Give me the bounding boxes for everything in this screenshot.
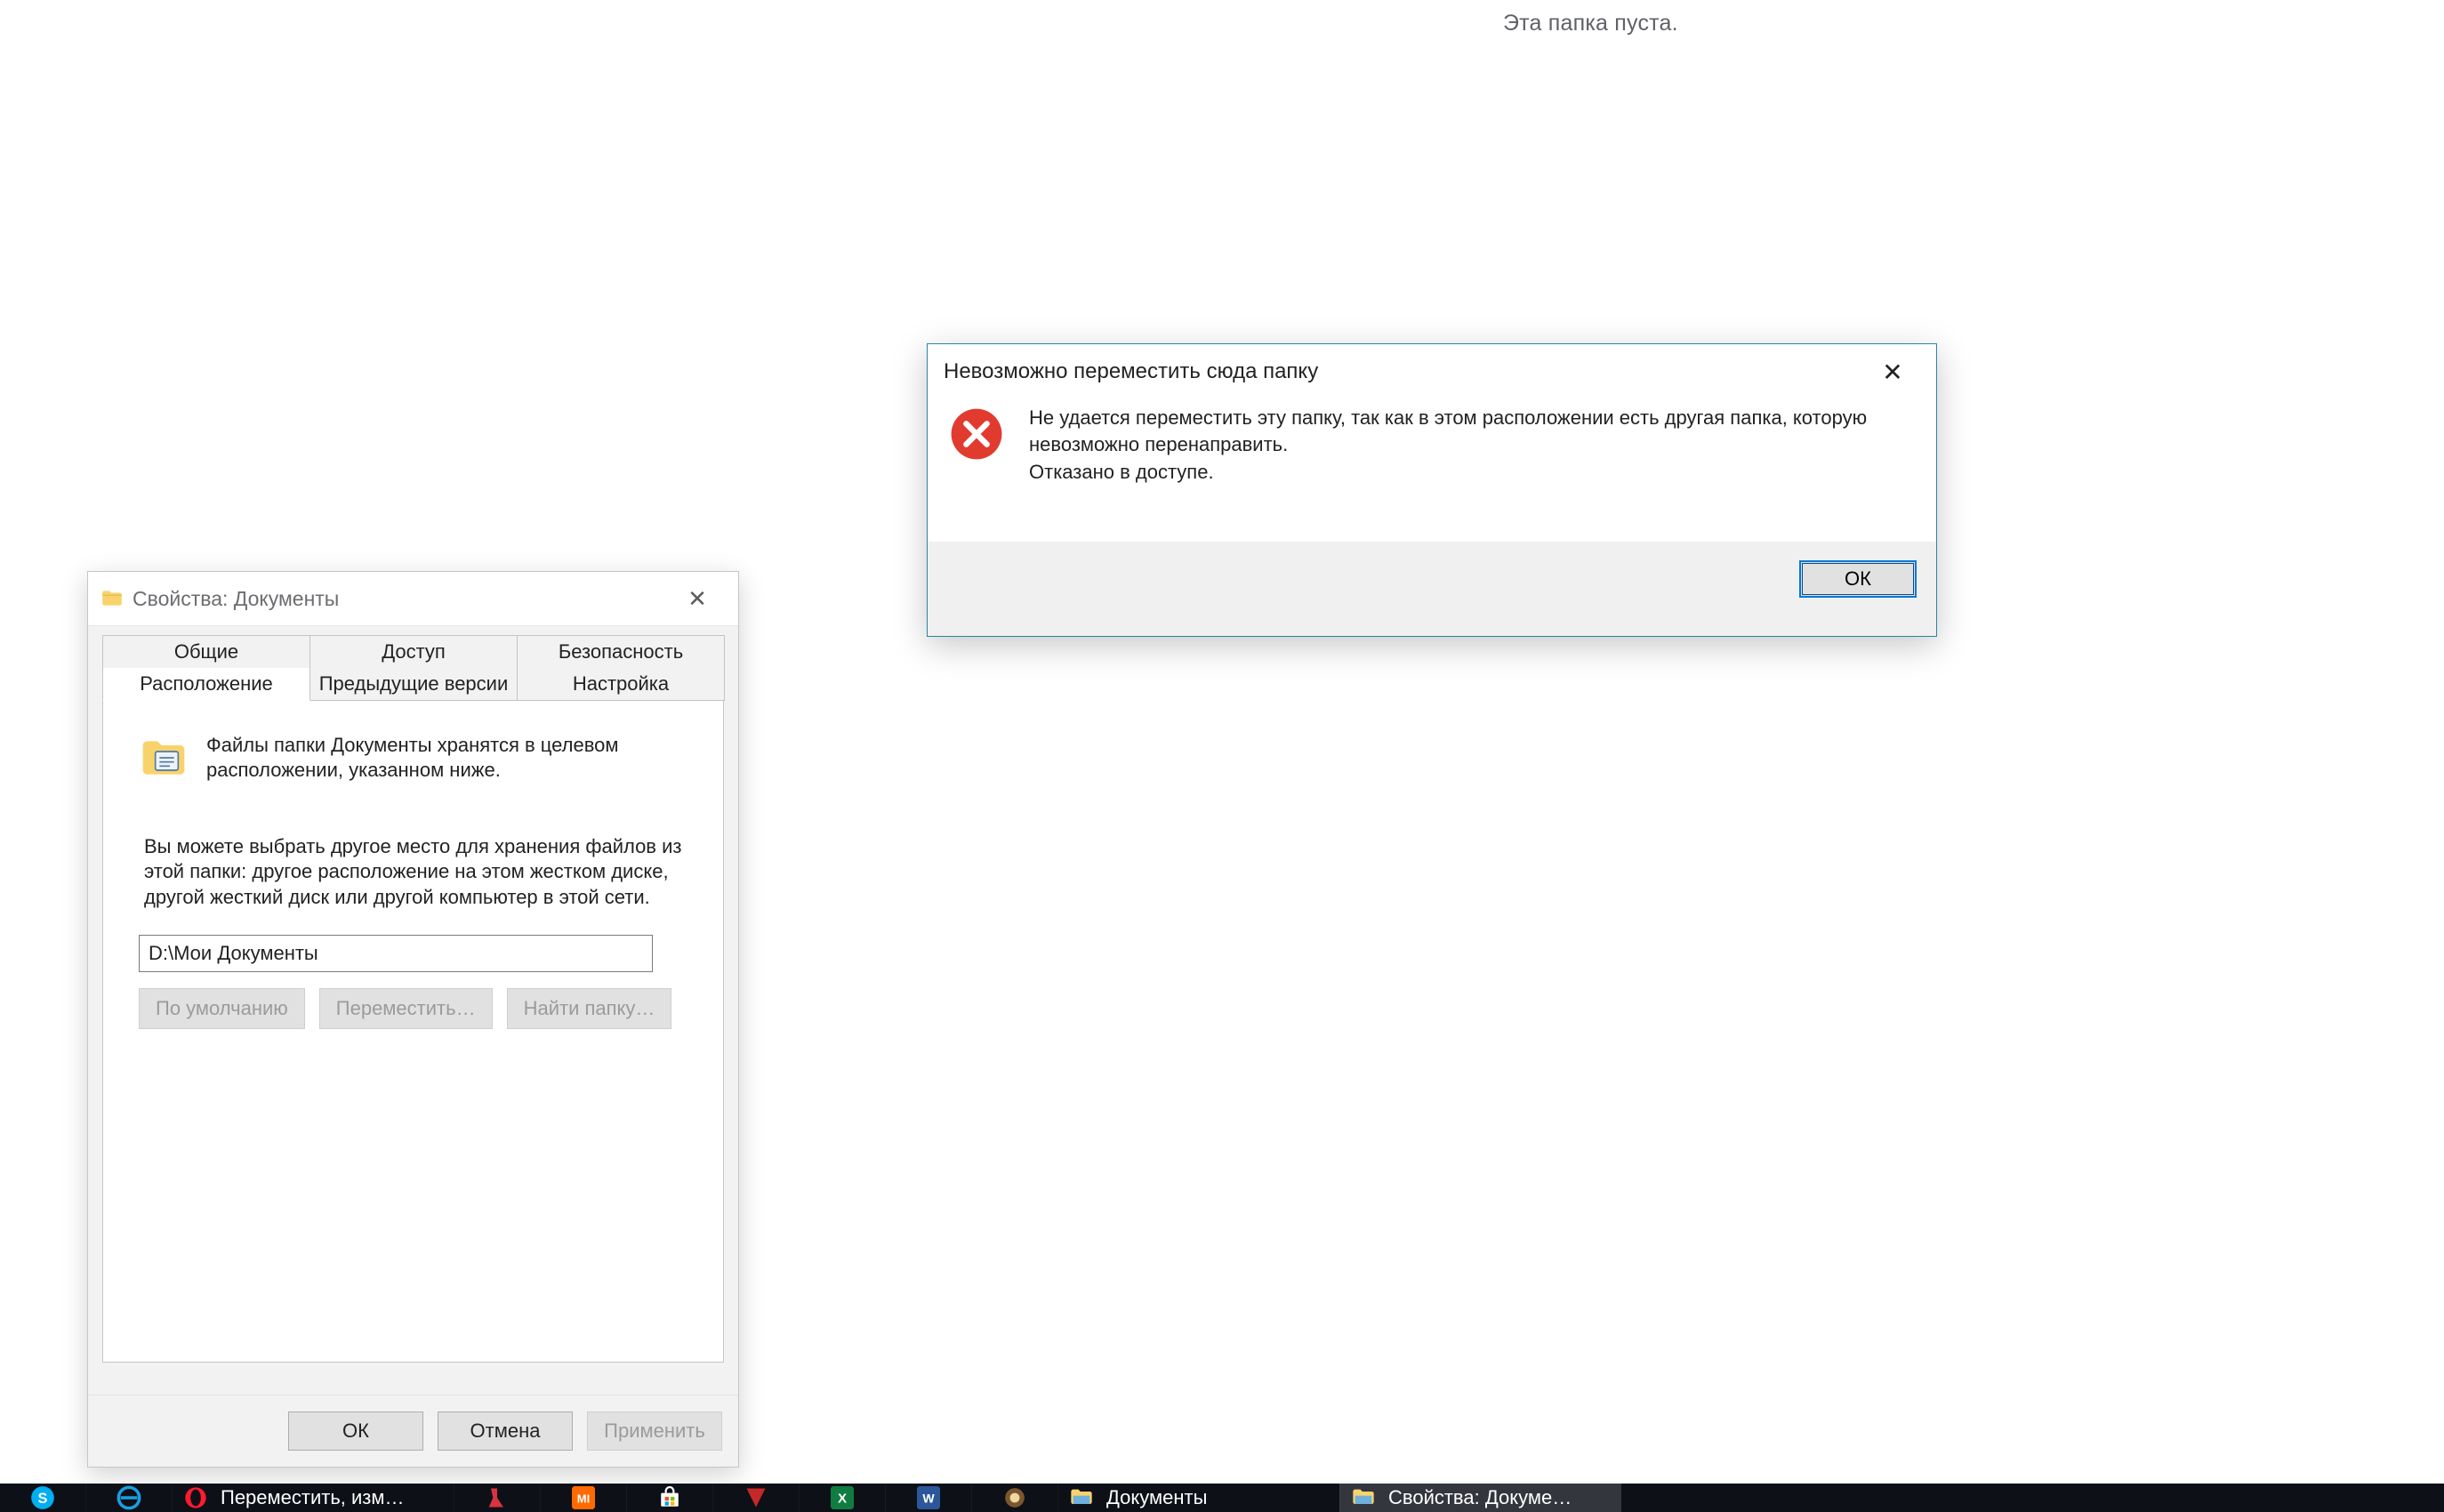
taskbar-item-label: Документы xyxy=(1106,1486,1207,1509)
taskbar-item-word[interactable]: W xyxy=(885,1484,971,1512)
edge-icon xyxy=(115,1484,143,1512)
ccleaner-icon xyxy=(483,1484,511,1512)
folder-large-icon xyxy=(139,733,189,783)
word-icon: W xyxy=(914,1484,943,1512)
taskbar-item-opera[interactable]: Переместить, изм… xyxy=(172,1484,454,1512)
error-dialog: Невозможно переместить сюда папку ✕ Не у… xyxy=(927,343,1937,637)
svg-text:S: S xyxy=(38,1491,48,1507)
store-icon xyxy=(655,1484,684,1512)
properties-title: Свойства: Документы xyxy=(133,587,660,611)
taskbar-item-label: Переместить, изм… xyxy=(221,1486,405,1509)
svg-text:X: X xyxy=(838,1491,847,1506)
taskbar: S Переместить, изм… MI X xyxy=(0,1484,2444,1512)
properties-cancel-button[interactable]: Отмена xyxy=(438,1411,573,1451)
explorer-icon xyxy=(1349,1484,1378,1512)
error-message-line1: Не удается переместить эту папку, так ка… xyxy=(1029,405,1915,459)
tab-location[interactable]: Расположение xyxy=(102,668,310,701)
taskbar-item-explorer-properties[interactable]: Свойства: Докуме… xyxy=(1339,1484,1621,1512)
tab-panel-location: Файлы папки Документы хранятся в целевом… xyxy=(102,701,724,1363)
opera-icon xyxy=(181,1484,210,1512)
folder-icon xyxy=(100,587,124,610)
tab-sharing[interactable]: Доступ xyxy=(310,635,518,668)
properties-dialog: Свойства: Документы ✕ Общие Доступ Безоп… xyxy=(87,571,739,1468)
properties-titlebar[interactable]: Свойства: Документы ✕ xyxy=(88,572,738,626)
find-target-button[interactable]: Найти папку… xyxy=(507,988,672,1029)
tab-general[interactable]: Общие xyxy=(102,635,310,668)
properties-tabs: Общие Доступ Безопасность Расположение П… xyxy=(88,626,738,1363)
error-title: Невозможно переместить сюда папку xyxy=(944,359,1853,384)
properties-ok-button[interactable]: ОК xyxy=(288,1411,423,1451)
app-generic-icon xyxy=(1001,1484,1029,1512)
svg-text:MI: MI xyxy=(577,1492,590,1505)
error-icon xyxy=(949,406,1004,462)
tab-previous-versions[interactable]: Предыдущие версии xyxy=(310,668,518,701)
close-icon[interactable]: ✕ xyxy=(660,574,735,623)
mi-icon: MI xyxy=(569,1484,598,1512)
taskbar-item-mi[interactable]: MI xyxy=(540,1484,626,1512)
error-ok-button[interactable]: ОК xyxy=(1799,560,1917,598)
move-button[interactable]: Переместить… xyxy=(319,988,493,1029)
close-icon[interactable]: ✕ xyxy=(1853,346,1933,398)
excel-icon: X xyxy=(828,1484,856,1512)
properties-apply-button[interactable]: Применить xyxy=(587,1411,722,1451)
explorer-empty-message: Эта папка пуста. xyxy=(1503,11,1678,36)
explorer-icon xyxy=(1067,1484,1096,1512)
skype-icon: S xyxy=(28,1484,57,1512)
properties-footer: ОК Отмена Применить xyxy=(88,1395,738,1467)
taskbar-item-skype[interactable]: S xyxy=(0,1484,85,1512)
error-message: Не удается переместить эту папку, так ка… xyxy=(1029,405,1915,486)
taskbar-item-label: Свойства: Докуме… xyxy=(1388,1486,1572,1509)
taskbar-item-edge[interactable] xyxy=(85,1484,172,1512)
location-help-text: Вы можете выбрать другое место для хране… xyxy=(144,834,687,909)
error-titlebar[interactable]: Невозможно переместить сюда папку ✕ xyxy=(928,344,1936,399)
restore-default-button[interactable]: По умолчанию xyxy=(139,988,305,1029)
error-message-line2: Отказано в доступе. xyxy=(1029,459,1915,486)
taskbar-item-app[interactable] xyxy=(971,1484,1057,1512)
app-icon xyxy=(742,1484,770,1512)
taskbar-item-gimp[interactable] xyxy=(712,1484,799,1512)
taskbar-item-store[interactable] xyxy=(626,1484,712,1512)
taskbar-item-explorer-documents[interactable]: Документы xyxy=(1057,1484,1339,1512)
taskbar-item-excel[interactable]: X xyxy=(799,1484,885,1512)
taskbar-item-ccleaner[interactable] xyxy=(454,1484,540,1512)
svg-text:W: W xyxy=(922,1491,935,1505)
location-path-field[interactable] xyxy=(139,935,653,972)
tab-security[interactable]: Безопасность xyxy=(517,635,725,668)
location-description: Файлы папки Документы хранятся в целевом… xyxy=(206,733,687,783)
tab-customize[interactable]: Настройка xyxy=(517,668,725,701)
